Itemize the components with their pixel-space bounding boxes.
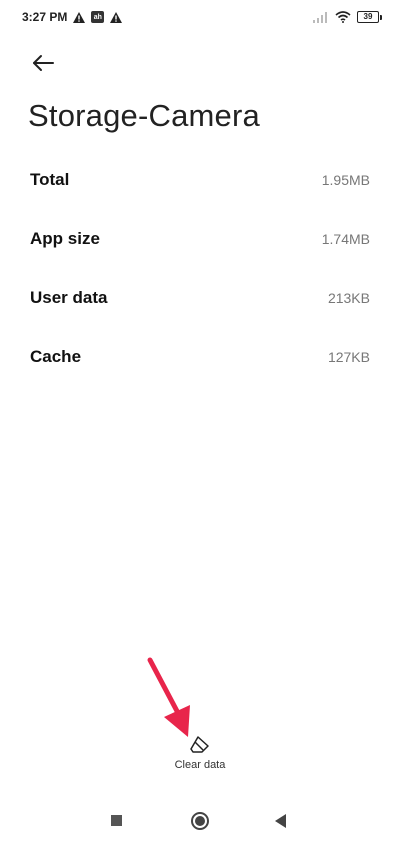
recent-apps-button[interactable] <box>111 815 122 826</box>
home-button[interactable] <box>191 812 209 830</box>
status-bar: 3:27 PM ah 39 <box>0 0 400 34</box>
row-label: Total <box>30 170 70 189</box>
row-label: App size <box>30 229 100 248</box>
storage-row-user-data: User data 213KB <box>30 278 370 318</box>
row-value: 1.74MB <box>321 231 370 247</box>
row-value: 127KB <box>327 349 370 365</box>
signal-icon <box>313 11 327 23</box>
app-notification-icon: ah <box>91 11 105 23</box>
clear-data-button[interactable]: Clear data <box>160 736 240 780</box>
status-bar-right: 39 <box>313 11 382 23</box>
annotation-arrow <box>147 657 190 737</box>
status-time: 3:27 PM <box>22 10 68 24</box>
storage-row-app-size: App size 1.74MB <box>30 219 370 259</box>
row-value: 1.95MB <box>321 172 370 188</box>
nav-back-button[interactable] <box>275 814 286 828</box>
warning-icon <box>73 11 86 23</box>
circle-icon <box>195 816 205 826</box>
navigation-bar <box>0 800 400 844</box>
storage-row-cache: Cache 127KB <box>30 337 370 377</box>
row-value: 213KB <box>327 290 370 306</box>
row-label: Cache <box>30 347 82 366</box>
battery-level: 39 <box>357 11 379 23</box>
clear-data-label: Clear data <box>174 759 226 771</box>
arrow-left-icon <box>33 55 54 71</box>
row-label: User data <box>30 288 108 307</box>
status-bar-left: 3:27 PM ah <box>22 10 123 24</box>
page-title: Storage-Camera <box>28 98 260 133</box>
storage-row-total: Total 1.95MB <box>30 160 370 200</box>
eraser-icon <box>190 736 209 753</box>
back-button[interactable] <box>28 48 58 78</box>
wifi-icon <box>335 11 351 23</box>
battery-icon: 39 <box>357 11 382 23</box>
warning-icon <box>110 11 123 23</box>
